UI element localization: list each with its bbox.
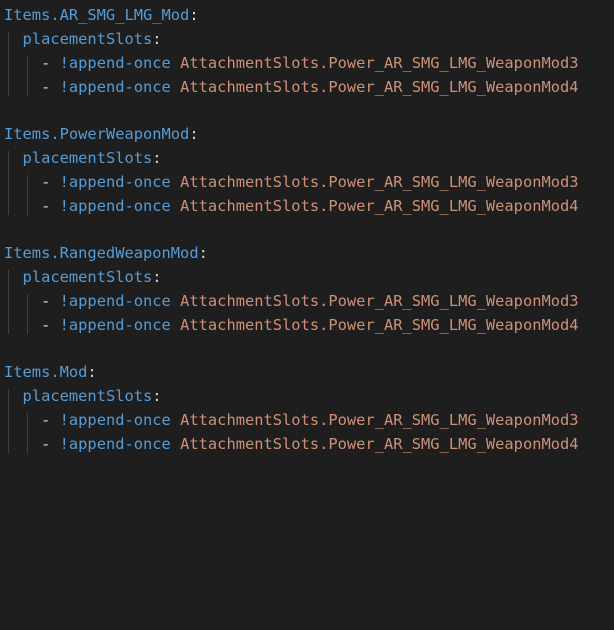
yaml-tag: !append-once: [59, 78, 171, 96]
list-dash: -: [41, 316, 60, 334]
yaml-property: placementSlots: [22, 149, 153, 167]
list-dash: -: [41, 197, 60, 215]
yaml-tag: !append-once: [59, 54, 171, 72]
yaml-value: AttachmentSlots.Power_AR_SMG_LMG_WeaponM…: [180, 316, 579, 334]
code-line-list-item[interactable]: - !append-once AttachmentSlots.Power_AR_…: [4, 314, 579, 338]
code-line-block-key[interactable]: Items.Mod:: [4, 361, 97, 385]
colon: :: [152, 387, 162, 405]
yaml-tag: !append-once: [59, 197, 171, 215]
yaml-property: placementSlots: [22, 387, 153, 405]
yaml-key: Items.Mod: [4, 363, 88, 381]
yaml-value: AttachmentSlots.Power_AR_SMG_LMG_WeaponM…: [180, 173, 579, 191]
yaml-key: Items.PowerWeaponMod: [4, 125, 190, 143]
list-dash: -: [41, 54, 60, 72]
list-dash: -: [41, 435, 60, 453]
code-line-list-item[interactable]: - !append-once AttachmentSlots.Power_AR_…: [4, 290, 579, 314]
colon: :: [152, 268, 162, 286]
code-line-property[interactable]: placementSlots:: [4, 385, 162, 409]
colon: :: [87, 363, 97, 381]
yaml-property: placementSlots: [22, 30, 153, 48]
list-dash: -: [41, 411, 60, 429]
code-line-list-item[interactable]: - !append-once AttachmentSlots.Power_AR_…: [4, 52, 579, 76]
list-dash: -: [41, 292, 60, 310]
yaml-value: AttachmentSlots.Power_AR_SMG_LMG_WeaponM…: [180, 411, 579, 429]
yaml-value: AttachmentSlots.Power_AR_SMG_LMG_WeaponM…: [180, 197, 579, 215]
code-line-list-item[interactable]: - !append-once AttachmentSlots.Power_AR_…: [4, 409, 579, 433]
yaml-tag: !append-once: [59, 173, 171, 191]
yaml-value: AttachmentSlots.Power_AR_SMG_LMG_WeaponM…: [180, 435, 579, 453]
code-line-list-item[interactable]: - !append-once AttachmentSlots.Power_AR_…: [4, 195, 579, 219]
yaml-property: placementSlots: [22, 268, 153, 286]
colon: :: [189, 6, 199, 24]
code-line-block-key[interactable]: Items.PowerWeaponMod:: [4, 123, 199, 147]
code-line-list-item[interactable]: - !append-once AttachmentSlots.Power_AR_…: [4, 171, 579, 195]
yaml-tag: !append-once: [59, 435, 171, 453]
yaml-value: AttachmentSlots.Power_AR_SMG_LMG_WeaponM…: [180, 292, 579, 310]
code-line-list-item[interactable]: - !append-once AttachmentSlots.Power_AR_…: [4, 76, 579, 100]
colon: :: [152, 30, 162, 48]
code-line-property[interactable]: placementSlots:: [4, 266, 162, 290]
colon: :: [152, 149, 162, 167]
yaml-tag: !append-once: [59, 411, 171, 429]
code-line-property[interactable]: placementSlots:: [4, 147, 162, 171]
code-line-list-item[interactable]: - !append-once AttachmentSlots.Power_AR_…: [4, 433, 579, 457]
yaml-key: Items.AR_SMG_LMG_Mod: [4, 6, 190, 24]
yaml-key: Items.RangedWeaponMod: [4, 244, 199, 262]
list-dash: -: [41, 78, 60, 96]
list-dash: -: [41, 173, 60, 191]
code-editor[interactable]: Items.AR_SMG_LMG_Mod: placementSlots: - …: [0, 0, 614, 471]
yaml-tag: !append-once: [59, 292, 171, 310]
colon: :: [198, 244, 208, 262]
colon: :: [189, 125, 199, 143]
code-line-block-key[interactable]: Items.AR_SMG_LMG_Mod:: [4, 4, 199, 28]
yaml-tag: !append-once: [59, 316, 171, 334]
code-line-property[interactable]: placementSlots:: [4, 28, 162, 52]
yaml-value: AttachmentSlots.Power_AR_SMG_LMG_WeaponM…: [180, 78, 579, 96]
code-line-block-key[interactable]: Items.RangedWeaponMod:: [4, 242, 208, 266]
yaml-value: AttachmentSlots.Power_AR_SMG_LMG_WeaponM…: [180, 54, 579, 72]
